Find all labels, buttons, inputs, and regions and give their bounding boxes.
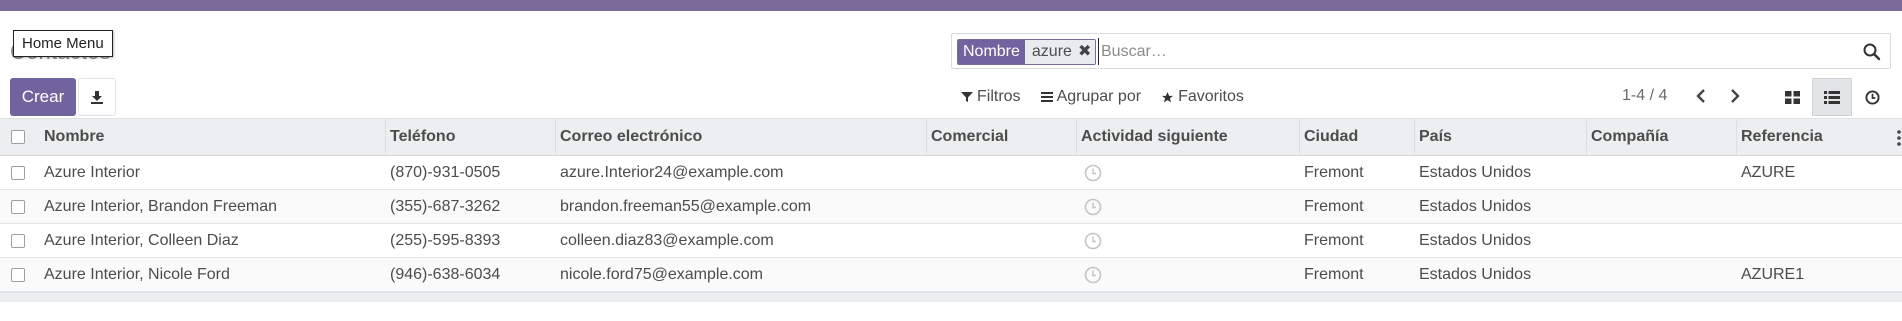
kanban-view-icon	[1784, 90, 1800, 104]
facet-value: azure ✖	[1024, 40, 1096, 64]
cell-correo: azure.Interior24@example.com	[560, 164, 784, 181]
download-button[interactable]	[78, 78, 116, 116]
search-options: Filtros Agrupar por Favoritos	[961, 86, 1244, 108]
column-header-nombre[interactable]: Nombre	[40, 119, 386, 156]
cell-ciudad: Fremont	[1304, 266, 1364, 283]
column-header-comercial[interactable]: Comercial	[927, 119, 1077, 156]
filters-label: Filtros	[977, 88, 1021, 105]
activity-clock-icon[interactable]	[1084, 232, 1102, 250]
facet-label: Nombre	[958, 40, 1025, 64]
activity-clock-icon[interactable]	[1084, 164, 1102, 182]
filters-dropdown[interactable]: Filtros	[961, 86, 1021, 108]
star-icon	[1162, 91, 1173, 102]
activity-clock-icon[interactable]	[1084, 198, 1102, 216]
cell-compania	[1587, 156, 1591, 190]
cell-correo: colleen.diaz83@example.com	[560, 232, 774, 249]
list-view-button[interactable]	[1812, 78, 1852, 116]
search-bar[interactable]: Nombre azure ✖	[951, 33, 1891, 69]
row-checkbox[interactable]	[11, 268, 25, 282]
cell-compania	[1587, 224, 1591, 258]
list-view-icon	[1824, 90, 1840, 104]
clock-icon	[1864, 89, 1880, 105]
cell-comercial	[927, 224, 931, 258]
row-checkbox[interactable]	[11, 166, 25, 180]
row-checkbox[interactable]	[11, 234, 25, 248]
table-footer	[0, 292, 1902, 302]
column-header-pais[interactable]: País	[1415, 119, 1587, 156]
column-header-correo[interactable]: Correo electrónico	[556, 119, 927, 156]
home-menu-tooltip[interactable]: Home Menu	[13, 30, 113, 57]
column-header-ciudad[interactable]: Ciudad	[1300, 119, 1415, 156]
column-header-actividad[interactable]: Actividad siguiente	[1077, 119, 1300, 156]
group-by-label: Agrupar por	[1056, 88, 1142, 105]
cell-referencia	[1737, 224, 1741, 258]
search-icon[interactable]	[1862, 42, 1882, 62]
view-switcher	[1772, 78, 1892, 116]
favorites-dropdown[interactable]: Favoritos	[1161, 86, 1244, 108]
table-row[interactable]: Azure Interior, Brandon Freeman (355)-68…	[0, 190, 1902, 224]
cell-comercial	[927, 190, 931, 224]
cell-correo: brandon.freeman55@example.com	[560, 198, 812, 215]
chevron-left-icon	[1696, 89, 1705, 103]
control-panel: Contactos Home Menu Crear Nombre azure ✖…	[0, 11, 1902, 118]
pager-value[interactable]: 1-4 / 4	[1622, 87, 1667, 105]
pager-previous-button[interactable]	[1688, 83, 1714, 109]
download-icon	[91, 91, 103, 104]
cell-ciudad: Fremont	[1304, 232, 1364, 249]
contacts-list: Nombre Teléfono Correo electrónico Comer…	[0, 118, 1902, 302]
cell-compania	[1587, 258, 1591, 292]
table-header: Nombre Teléfono Correo electrónico Comer…	[0, 118, 1902, 156]
row-checkbox[interactable]	[11, 200, 25, 214]
kanban-view-button[interactable]	[1772, 78, 1812, 116]
cell-nombre: Azure Interior, Colleen Diaz	[44, 232, 239, 249]
cell-pais: Estados Unidos	[1419, 164, 1532, 181]
column-header-compania[interactable]: Compañía	[1587, 119, 1737, 156]
cell-comercial	[927, 258, 931, 292]
group-by-dropdown[interactable]: Agrupar por	[1040, 86, 1142, 108]
cell-referencia	[1737, 190, 1741, 224]
create-button[interactable]: Crear	[10, 78, 76, 116]
cell-pais: Estados Unidos	[1419, 232, 1532, 249]
pager-next-button[interactable]	[1722, 83, 1748, 109]
cell-correo: nicole.ford75@example.com	[560, 266, 764, 283]
column-header-telefono[interactable]: Teléfono	[386, 119, 556, 156]
cell-compania	[1587, 190, 1591, 224]
cell-telefono: (355)-687-3262	[390, 198, 501, 215]
cell-referencia: AZURE	[1741, 164, 1796, 181]
cell-nombre: Azure Interior	[44, 164, 141, 181]
search-input[interactable]	[1098, 38, 1818, 65]
bars-icon	[1040, 92, 1053, 102]
filter-icon	[961, 92, 973, 102]
table-row[interactable]: Azure Interior (870)-931-0505 azure.Inte…	[0, 156, 1902, 190]
cell-referencia: AZURE1	[1741, 266, 1805, 283]
top-navbar	[0, 0, 1902, 11]
table-row[interactable]: Azure Interior, Colleen Diaz (255)-595-8…	[0, 224, 1902, 258]
column-header-referencia[interactable]: Referencia	[1737, 119, 1897, 156]
cell-pais: Estados Unidos	[1419, 198, 1532, 215]
select-all-checkbox[interactable]	[11, 130, 25, 144]
cell-ciudad: Fremont	[1304, 164, 1364, 181]
cell-comercial	[927, 156, 931, 190]
cell-pais: Estados Unidos	[1419, 266, 1532, 283]
facet-value-text: azure	[1031, 43, 1072, 60]
cell-telefono: (946)-638-6034	[390, 266, 501, 283]
chevron-right-icon	[1731, 89, 1740, 103]
cell-telefono: (255)-595-8393	[390, 232, 501, 249]
cell-ciudad: Fremont	[1304, 198, 1364, 215]
cell-nombre: Azure Interior, Nicole Ford	[44, 266, 230, 283]
activity-clock-icon[interactable]	[1084, 266, 1102, 284]
cell-nombre: Azure Interior, Brandon Freeman	[44, 198, 278, 215]
cell-telefono: (870)-931-0505	[390, 164, 501, 181]
favorites-label: Favoritos	[1178, 88, 1244, 105]
column-options-icon[interactable]	[1896, 128, 1902, 148]
facet-remove-icon[interactable]: ✖	[1078, 40, 1091, 64]
activity-view-button[interactable]	[1852, 78, 1892, 116]
table-row[interactable]: Azure Interior, Nicole Ford (946)-638-60…	[0, 258, 1902, 292]
search-facet: Nombre azure ✖	[957, 39, 1097, 65]
